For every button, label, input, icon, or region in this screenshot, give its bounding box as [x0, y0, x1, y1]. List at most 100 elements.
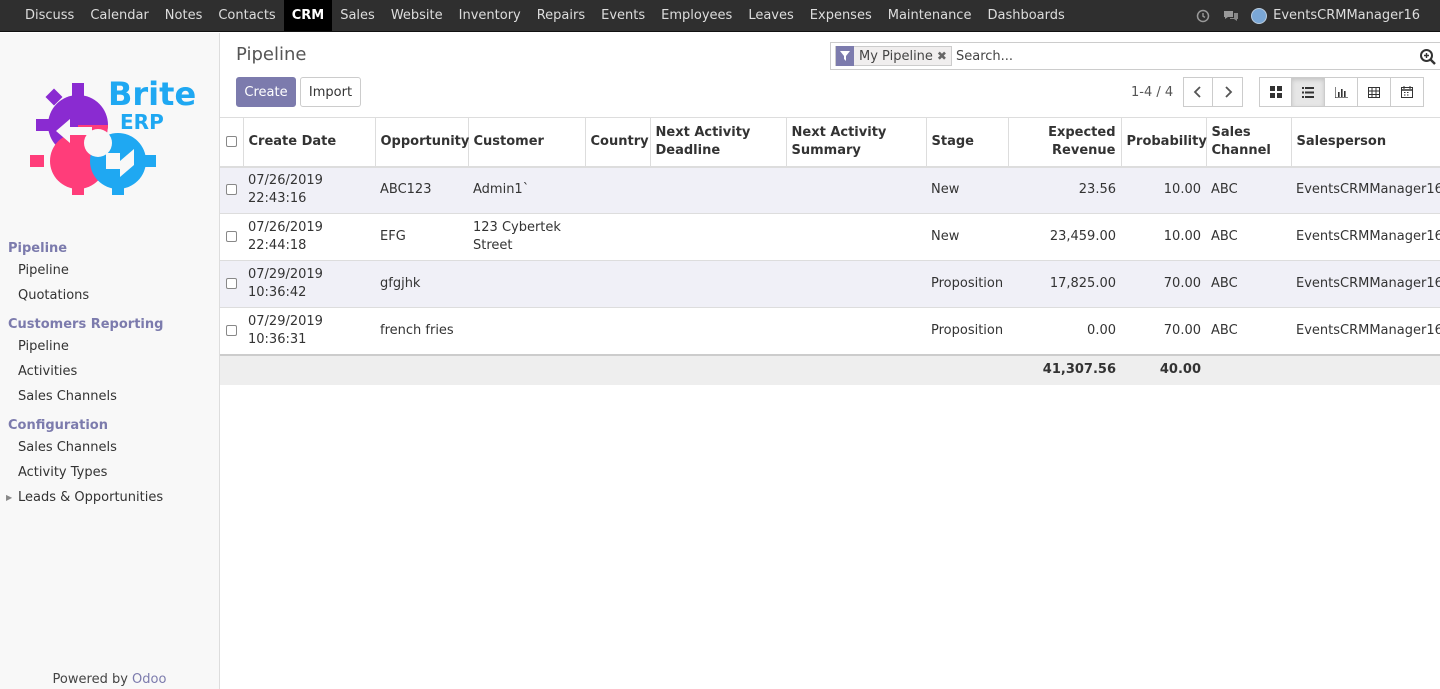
- sidebar-item-reporting-sales-channels[interactable]: Sales Channels: [0, 384, 219, 409]
- table-icon: [1368, 86, 1380, 98]
- menu-leaves[interactable]: Leaves: [740, 0, 801, 31]
- import-button[interactable]: Import: [300, 77, 361, 107]
- totals-spacer: [650, 353, 786, 385]
- row-checkbox[interactable]: [220, 166, 243, 214]
- table-row[interactable]: 07/29/2019 10:36:42 gfgjhk Proposition 1…: [220, 260, 1440, 308]
- graph-view-button[interactable]: [1325, 77, 1358, 107]
- sidebar-item-config-sales-channels[interactable]: Sales Channels: [0, 435, 219, 460]
- cell-sales-channel: ABC: [1206, 307, 1291, 355]
- section-pipeline-header[interactable]: Pipeline: [0, 240, 219, 258]
- search-input[interactable]: [955, 48, 1396, 64]
- facet-remove-icon[interactable]: ✖: [937, 49, 951, 63]
- cell-deadline: [650, 213, 786, 261]
- menu-contacts[interactable]: Contacts: [210, 0, 283, 31]
- kanban-view-button[interactable]: [1259, 77, 1292, 107]
- brite-erp-logo[interactable]: Brite ERP: [26, 73, 196, 199]
- user-menu[interactable]: EventsCRMManager16: [1251, 7, 1420, 24]
- menu-expenses[interactable]: Expenses: [802, 0, 880, 31]
- sidebar-item-reporting-pipeline[interactable]: Pipeline: [0, 334, 219, 359]
- table-row[interactable]: 07/26/2019 22:43:16 ABC123 Admin1` New 2…: [220, 166, 1440, 214]
- checkbox[interactable]: [226, 184, 237, 196]
- powered-by: Powered by Odoo: [0, 672, 219, 687]
- section-reporting-header[interactable]: Customers Reporting: [0, 316, 219, 334]
- sidebar-item-activity-types[interactable]: Activity Types: [0, 460, 219, 485]
- column-country[interactable]: Country: [585, 117, 651, 168]
- bar-chart-icon: [1334, 86, 1348, 98]
- column-next-activity-deadline[interactable]: Next Activity Deadline: [650, 117, 787, 168]
- totals-spacer: [243, 353, 375, 385]
- table-row[interactable]: 07/26/2019 22:44:18 EFG 123 Cybertek Str…: [220, 213, 1440, 261]
- calendar-icon: [1401, 86, 1413, 98]
- cell-create-date: 07/29/2019 10:36:31: [243, 307, 375, 355]
- checkbox[interactable]: [226, 324, 237, 336]
- sidebar-item-quotations[interactable]: Quotations: [0, 283, 219, 308]
- sidebar-item-leads-opportunities[interactable]: ▶ Leads & Opportunities: [0, 485, 219, 510]
- column-customer[interactable]: Customer: [468, 117, 586, 168]
- filter-icon: [836, 46, 854, 66]
- pager-previous-button[interactable]: [1183, 77, 1213, 107]
- cell-stage: New: [926, 213, 1008, 261]
- cell-expected-revenue: 17,825.00: [1008, 260, 1121, 308]
- menu-employees[interactable]: Employees: [653, 0, 740, 31]
- odoo-link[interactable]: Odoo: [132, 672, 166, 687]
- menu-maintenance[interactable]: Maintenance: [880, 0, 980, 31]
- sidebar-item-activities[interactable]: Activities: [0, 359, 219, 384]
- menu-sales[interactable]: Sales: [332, 0, 383, 31]
- calendar-view-button[interactable]: [1391, 77, 1424, 107]
- row-checkbox[interactable]: [220, 213, 243, 261]
- menu-notes[interactable]: Notes: [157, 0, 211, 31]
- cell-probability: 10.00: [1121, 213, 1206, 261]
- pivot-view-button[interactable]: [1358, 77, 1391, 107]
- menu-crm[interactable]: CRM: [283, 0, 333, 31]
- clock-icon[interactable]: [1195, 8, 1211, 24]
- column-sales-channel[interactable]: Sales Channel: [1206, 117, 1292, 168]
- cell-create-date: 07/26/2019 22:43:16: [243, 166, 375, 214]
- column-opportunity[interactable]: Opportunity: [375, 117, 469, 168]
- menu-inventory[interactable]: Inventory: [451, 0, 529, 31]
- cell-customer: [468, 307, 585, 355]
- pager-value[interactable]: 1-4 / 4: [1131, 85, 1173, 100]
- cell-sales-channel: ABC: [1206, 213, 1291, 261]
- column-stage[interactable]: Stage: [926, 117, 1009, 168]
- search-icon[interactable]: [1419, 48, 1437, 66]
- menu-discuss[interactable]: Discuss: [17, 0, 82, 31]
- cell-country: [585, 213, 650, 261]
- column-next-activity-summary[interactable]: Next Activity Summary: [786, 117, 927, 168]
- search-box: My Pipeline ✖: [830, 42, 1440, 70]
- cell-customer: Admin1`: [468, 166, 585, 214]
- totals-spacer: [220, 353, 243, 385]
- list-view-button[interactable]: [1292, 77, 1325, 107]
- cell-probability: 70.00: [1121, 260, 1206, 308]
- column-create-date[interactable]: Create Date: [243, 117, 376, 168]
- column-probability[interactable]: Probability: [1121, 117, 1207, 168]
- column-salesperson[interactable]: Salesperson: [1291, 117, 1440, 168]
- menu-website[interactable]: Website: [383, 0, 451, 31]
- create-button[interactable]: Create: [236, 77, 296, 107]
- main-content: Pipeline Create Import My Pipeline ✖ 1-4…: [220, 33, 1440, 689]
- table-row[interactable]: 07/29/2019 10:36:31 french fries Proposi…: [220, 307, 1440, 355]
- checkbox[interactable]: [226, 135, 237, 147]
- row-checkbox[interactable]: [220, 307, 243, 355]
- powered-by-text: Powered by: [52, 672, 128, 687]
- menu-repairs[interactable]: Repairs: [529, 0, 593, 31]
- menu-calendar[interactable]: Calendar: [82, 0, 156, 31]
- cell-summary: [786, 213, 926, 261]
- select-all-checkbox[interactable]: [220, 117, 244, 168]
- checkbox[interactable]: [226, 231, 237, 242]
- menu-dashboards[interactable]: Dashboards: [979, 0, 1072, 31]
- menu-events[interactable]: Events: [593, 0, 653, 31]
- checkbox[interactable]: [226, 278, 237, 289]
- cell-summary: [786, 307, 926, 355]
- cell-stage: Proposition: [926, 260, 1008, 308]
- section-configuration-header[interactable]: Configuration: [0, 417, 219, 435]
- pager-buttons: [1183, 77, 1243, 107]
- pager-next-button[interactable]: [1213, 77, 1243, 107]
- sidebar-item-label: Leads & Opportunities: [18, 490, 164, 505]
- chat-icon[interactable]: [1223, 8, 1239, 24]
- sidebar-item-pipeline[interactable]: Pipeline: [0, 258, 219, 283]
- row-checkbox[interactable]: [220, 260, 243, 308]
- app-menu: Discuss Calendar Notes Contacts CRM Sale…: [0, 0, 1073, 31]
- cell-opportunity: ABC123: [375, 166, 468, 214]
- total-probability: 40.00: [1121, 353, 1206, 385]
- column-expected-revenue[interactable]: Expected Revenue: [1008, 117, 1122, 168]
